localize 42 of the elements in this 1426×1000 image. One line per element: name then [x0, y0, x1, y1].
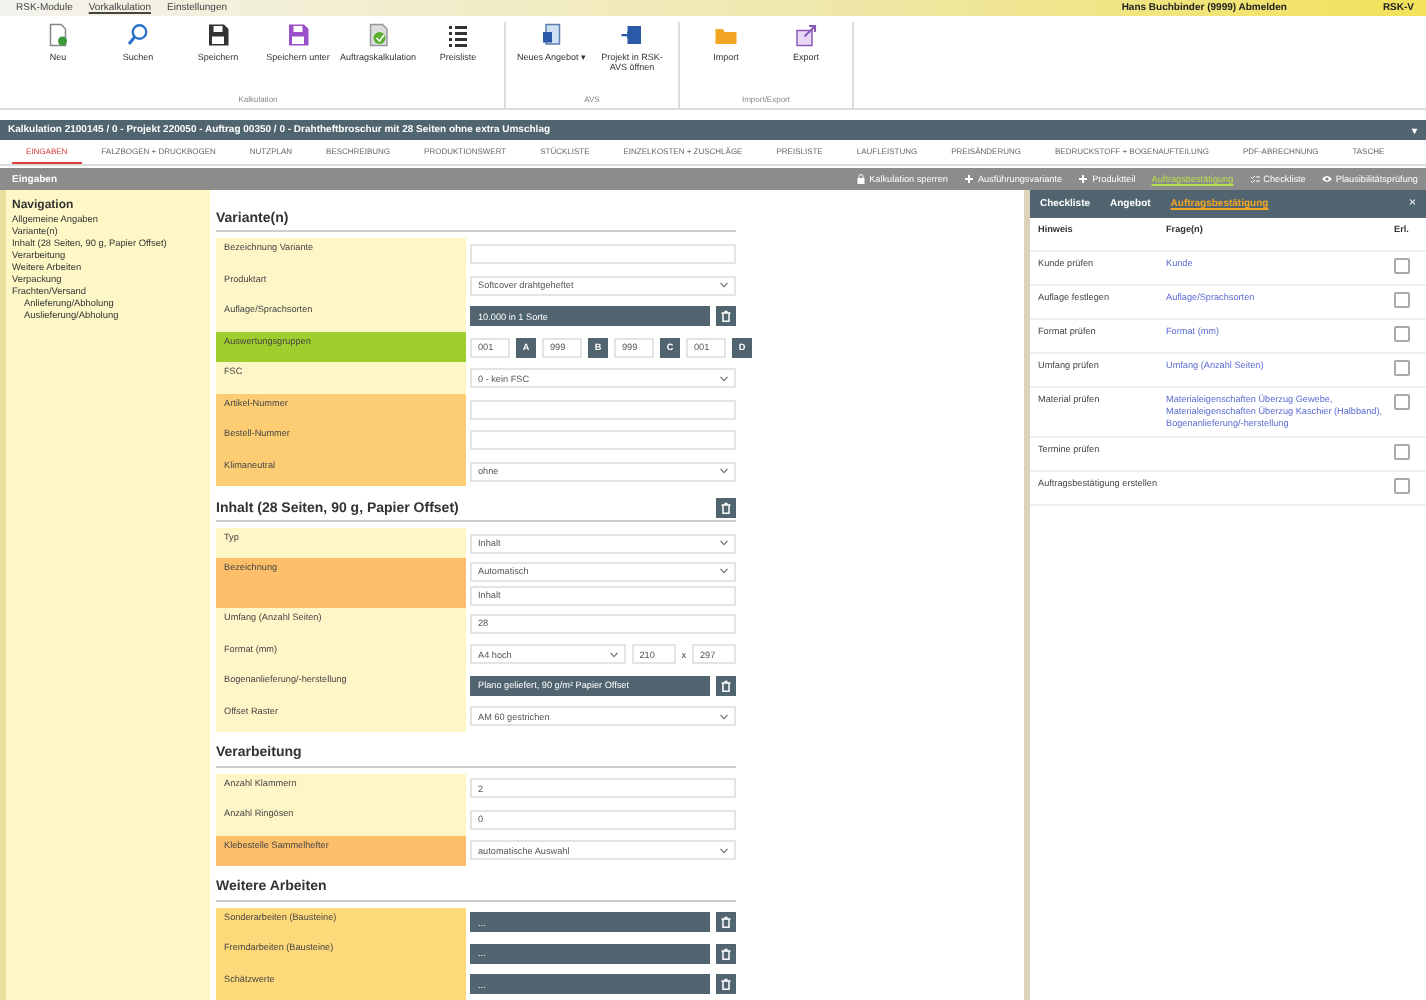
document-check-icon: [366, 22, 390, 48]
checkbox[interactable]: [1394, 444, 1410, 460]
checkbox[interactable]: [1394, 394, 1410, 410]
chevron-down-icon: [720, 713, 728, 720]
delete-button[interactable]: [716, 912, 736, 933]
eye-icon: [1321, 174, 1332, 184]
checkbox[interactable]: [1394, 360, 1410, 376]
chevron-down-icon: [720, 540, 728, 547]
chevron-down-icon: [720, 568, 728, 575]
checkbox[interactable]: [1394, 292, 1410, 308]
chevron-down-icon: [720, 282, 728, 289]
trash-icon: [720, 502, 732, 515]
delete-button[interactable]: [716, 498, 736, 519]
lock-icon: [855, 174, 866, 184]
document-icon: [540, 22, 564, 48]
delete-button[interactable]: [716, 974, 736, 995]
chevron-down-icon: [609, 651, 618, 658]
new-document-icon: [46, 22, 70, 48]
checkbox[interactable]: [1394, 478, 1410, 494]
input-field[interactable]: [470, 244, 736, 265]
chevron-down-icon: [720, 847, 728, 854]
chevron-down-icon: [720, 468, 728, 475]
delete-button[interactable]: [716, 675, 736, 696]
trash-icon: [720, 978, 732, 991]
chevron-down-icon: [720, 375, 728, 382]
checkbox[interactable]: [1394, 258, 1410, 274]
checkbox[interactable]: [1394, 326, 1410, 342]
delete-button[interactable]: [716, 306, 736, 327]
trash-icon: [720, 679, 732, 692]
checklist-icon: [1249, 174, 1260, 184]
folder-arrow-icon: [620, 22, 644, 48]
delete-button[interactable]: [716, 943, 736, 964]
trash-icon: [720, 310, 732, 323]
input-field[interactable]: [470, 399, 736, 420]
plus-icon: [1078, 174, 1089, 184]
export-icon: [794, 22, 818, 48]
search-icon: [126, 22, 150, 48]
trash-icon: [720, 916, 732, 929]
plus-icon: [963, 174, 974, 184]
list-icon: [446, 22, 470, 48]
input-field[interactable]: [470, 430, 736, 451]
trash-icon: [720, 947, 732, 960]
